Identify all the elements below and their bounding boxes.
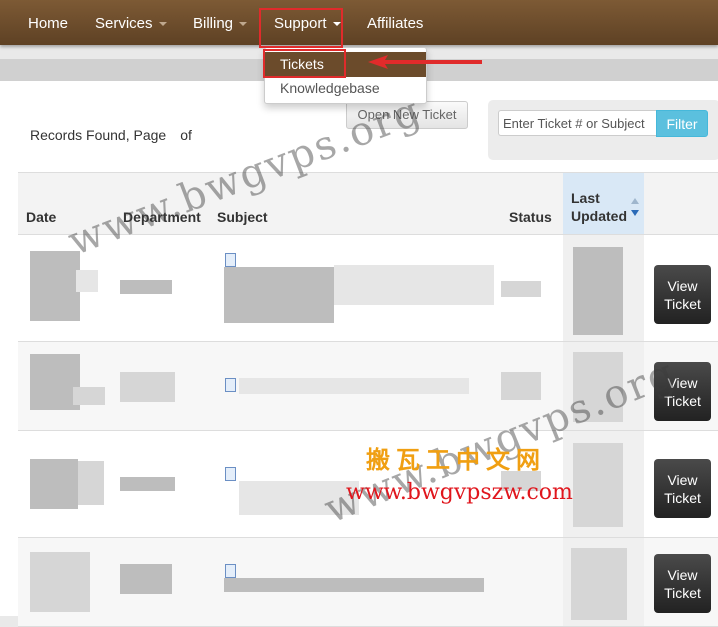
nav-billing[interactable]: Billing xyxy=(193,0,248,45)
table-row[interactable]: View Ticket xyxy=(18,234,718,342)
top-navbar: Home Services Billing Support Affiliates xyxy=(0,0,718,45)
document-icon xyxy=(225,378,236,392)
ticket-search-input[interactable]: Enter Ticket # or Subject xyxy=(498,110,656,136)
document-icon xyxy=(225,253,236,267)
cell-status xyxy=(501,537,563,627)
highlight-support-box xyxy=(259,8,343,48)
col-actions xyxy=(644,172,718,235)
document-icon xyxy=(225,564,236,578)
red-arrow-annotation xyxy=(368,55,482,69)
cell-action: View Ticket xyxy=(644,234,718,342)
chevron-down-icon xyxy=(158,22,167,27)
cell-last-updated xyxy=(563,537,644,627)
col-last-updated[interactable]: Last Updated xyxy=(563,172,644,235)
cell-date xyxy=(18,430,115,538)
cell-last-updated xyxy=(563,234,644,342)
nav-services[interactable]: Services xyxy=(95,0,167,45)
cell-last-updated xyxy=(563,430,644,538)
sort-arrow-icon xyxy=(631,198,639,216)
chevron-down-icon xyxy=(239,22,248,27)
cell-department xyxy=(115,341,209,431)
watermark-url: www.bwgvpszw.com xyxy=(346,480,573,505)
cell-action: View Ticket xyxy=(644,430,718,538)
cell-department xyxy=(115,430,209,538)
watermark-chinese: 搬瓦工中文网 xyxy=(366,446,546,474)
cell-department xyxy=(115,234,209,342)
nav-affiliates[interactable]: Affiliates xyxy=(367,0,423,45)
filter-button[interactable]: Filter xyxy=(656,110,708,137)
highlight-tickets-box xyxy=(263,49,346,78)
table-row[interactable]: View Ticket xyxy=(18,537,718,627)
document-icon xyxy=(225,467,236,481)
cell-date xyxy=(18,537,115,627)
cell-subject xyxy=(209,234,501,342)
cell-department xyxy=(115,537,209,627)
view-ticket-button[interactable]: View Ticket xyxy=(654,554,711,613)
records-summary: Records Found, Page of xyxy=(30,127,192,143)
cell-action: View Ticket xyxy=(644,537,718,627)
view-ticket-button[interactable]: View Ticket xyxy=(654,459,711,518)
cell-date xyxy=(18,341,115,431)
col-status[interactable]: Status xyxy=(501,172,563,235)
nav-home[interactable]: Home xyxy=(28,0,68,45)
cell-status xyxy=(501,234,563,342)
view-ticket-button[interactable]: View Ticket xyxy=(654,265,711,324)
cell-subject xyxy=(209,537,501,627)
cell-subject xyxy=(209,341,501,431)
